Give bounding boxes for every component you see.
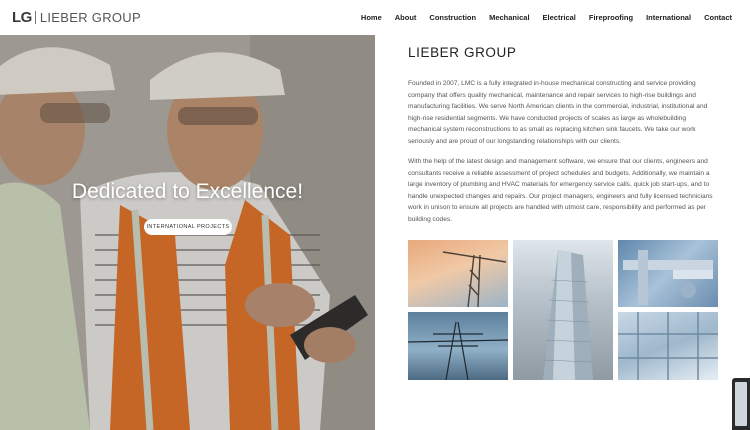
project-gallery xyxy=(408,240,718,380)
construction-crane-image[interactable] xyxy=(408,240,508,307)
nav-mechanical[interactable]: Mechanical xyxy=(489,13,529,22)
logo-mark: LG xyxy=(12,8,32,26)
skyscraper-image[interactable] xyxy=(513,240,613,380)
nav-construction[interactable]: Construction xyxy=(429,13,476,22)
nav-about[interactable]: About xyxy=(395,13,417,22)
hero-section: Dedicated to Excellence! INTERNATIONAL P… xyxy=(0,35,375,430)
nav-home[interactable]: Home xyxy=(361,13,382,22)
hvac-pipes-image[interactable] xyxy=(618,240,718,307)
about-content: LIEBER GROUP Founded in 2007, LMC is a f… xyxy=(408,35,718,225)
international-projects-button[interactable]: INTERNATIONAL PROJECTS xyxy=(144,219,232,235)
logo-divider xyxy=(34,10,36,24)
nav-contact[interactable]: Contact xyxy=(704,13,732,22)
site-header: LG LIEBER GROUP Home About Construction … xyxy=(0,0,750,35)
content-paragraph-1: Founded in 2007, LMC is a fully integrat… xyxy=(408,80,708,145)
content-title: LIEBER GROUP xyxy=(408,45,517,60)
power-pylon-image[interactable] xyxy=(408,312,508,380)
nav-electrical[interactable]: Electrical xyxy=(543,13,576,22)
site-logo[interactable]: LG LIEBER GROUP xyxy=(12,8,141,26)
hero-title: Dedicated to Excellence! xyxy=(71,180,304,203)
main-nav: Home About Construction Mechanical Elect… xyxy=(348,13,732,22)
steel-structure-image[interactable] xyxy=(618,312,718,380)
logo-text: LIEBER GROUP xyxy=(39,9,141,25)
nav-international[interactable]: International xyxy=(646,13,691,22)
corner-widget[interactable] xyxy=(732,378,750,430)
corner-widget-preview xyxy=(735,382,747,426)
content-paragraph-2: With the help of the latest design and m… xyxy=(408,158,713,223)
nav-fireproofing[interactable]: Fireproofing xyxy=(589,13,633,22)
